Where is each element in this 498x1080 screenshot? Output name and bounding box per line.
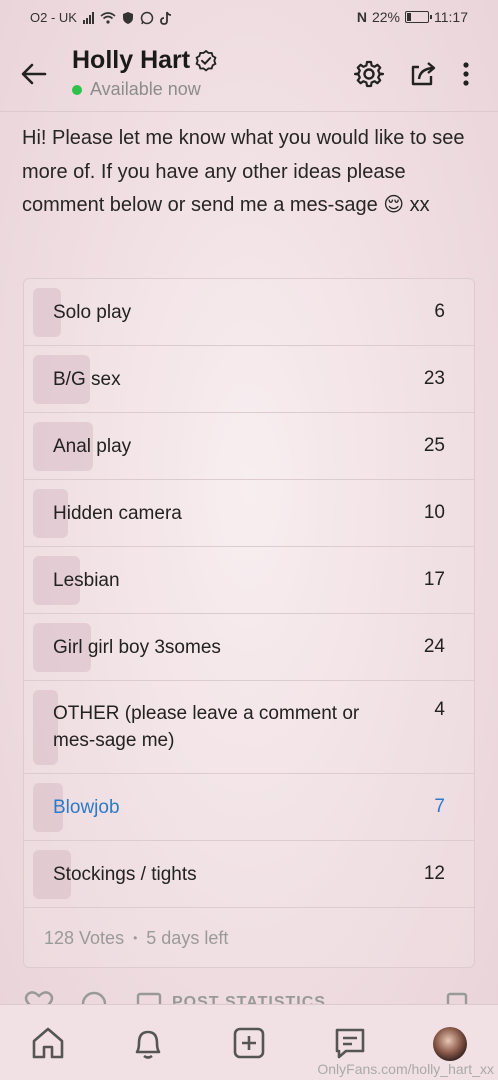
carrier-label: O2 - UK [30,10,77,25]
nav-messages[interactable] [330,1023,370,1063]
poll: Solo play 6 B/G sex 23 Anal play 25 Hidden cam… [23,278,475,968]
plus-square-icon [233,1027,265,1059]
nav-notifications[interactable] [128,1023,168,1063]
post-statistics-button[interactable]: POST STATISTICS [172,994,326,1004]
profile-name-text: Holly Hart [72,46,191,74]
poll-option-label: B/G sex [53,368,121,390]
online-dot-icon [72,84,82,95]
poll-option[interactable]: B/G sex 23 [24,346,474,413]
watermark: OnlyFans.com/holly_hart_xx [317,1061,494,1077]
poll-option[interactable]: Blowjob 7 [24,774,474,841]
settings-button[interactable] [353,58,385,90]
poll-separator: • [133,931,138,945]
battery-icon [405,11,432,23]
post-text: Hi! Please let me know what you would li… [22,127,465,216]
gear-icon [354,60,384,88]
poll-option-label: OTHER (please leave a comment or mes-sag… [53,703,360,751]
poll-option-count: 23 [423,368,445,389]
message-icon [335,1028,365,1059]
poll-option-count: 17 [423,569,445,590]
poll-footer: 128 Votes • 5 days left [24,909,474,967]
share-icon [411,62,436,86]
nav-add-post[interactable] [229,1023,269,1063]
nav-home[interactable] [28,1023,68,1063]
poll-option-label: Hidden camera [53,502,182,524]
poll-option-count: 7 [434,796,445,817]
share-button[interactable] [408,58,440,90]
comment-icon[interactable] [80,990,108,1004]
poll-votes: 128 Votes [44,927,125,948]
post-actions: POST STATISTICS [0,986,498,1004]
poll-option-label: Girl girl boy 3somes [53,636,221,658]
poll-option-count: 6 [434,301,445,322]
chat-header: Holly Hart Available now [0,36,498,112]
poll-option-count: 25 [423,435,445,456]
signal-icon [82,11,94,24]
poll-option-count: 10 [423,502,445,523]
poll-option[interactable]: OTHER (please leave a comment or mes-sag… [24,681,474,774]
bookmark-icon[interactable] [446,990,468,1004]
poll-option[interactable]: Solo play 6 [24,279,474,346]
poll-option[interactable]: Girl girl boy 3somes 24 [24,614,474,681]
wifi-icon [100,11,116,24]
back-button[interactable] [18,58,50,90]
poll-option-label: Lesbian [53,569,120,591]
profile-name[interactable]: Holly Hart [72,46,218,75]
bell-icon [135,1030,161,1059]
poll-option-count: 4 [434,699,445,720]
shield-icon [122,11,133,24]
poll-option[interactable]: Lesbian 17 [24,547,474,614]
presence-text: Available now [90,79,201,99]
poll-option-count: 12 [423,863,445,884]
like-icon[interactable] [24,990,54,1004]
tiktok-icon [160,11,172,25]
bottom-nav: OnlyFans.com/holly_hart_xx [0,1004,498,1080]
poll-option-label: Stockings / tights [53,863,197,885]
presence-status: Available now [72,79,218,100]
home-icon [32,1027,64,1059]
poll-option-label: Blowjob [53,796,120,818]
arrow-left-icon [21,63,47,85]
poll-option-count: 24 [423,636,445,657]
status-bar: O2 - UK N 22% 11:17 [0,0,498,36]
more-button[interactable] [450,58,482,90]
poll-option-label: Anal play [53,435,132,457]
poll-option-label: Solo play [53,301,132,323]
poll-option[interactable]: Hidden camera 10 [24,480,474,547]
verified-icon [195,49,217,72]
poll-option[interactable]: Stockings / tights 12 [24,841,474,908]
clock: 11:17 [434,9,468,25]
poll-time-left: 5 days left [146,927,229,948]
nfc-icon: N [356,9,367,25]
statistics-icon[interactable] [136,990,162,1004]
poll-option[interactable]: Anal play 25 [24,413,474,480]
nav-profile-avatar[interactable] [433,1027,467,1061]
more-vertical-icon [463,62,469,86]
whatsapp-icon [140,11,154,24]
battery-percent: 22% [371,9,400,25]
